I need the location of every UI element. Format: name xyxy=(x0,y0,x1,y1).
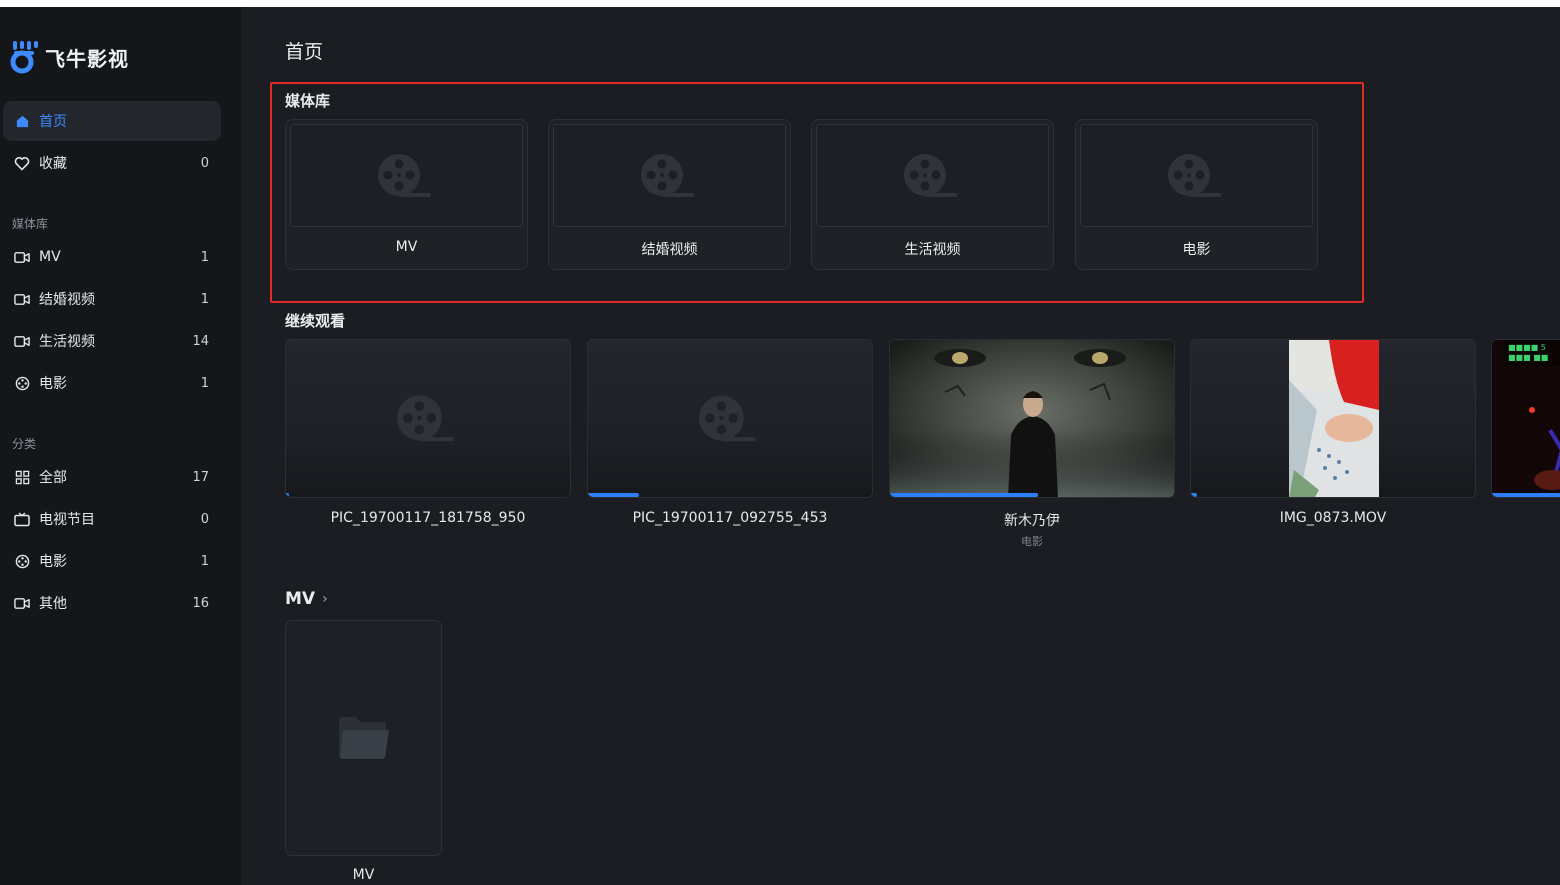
chevron-right-icon: › xyxy=(322,591,328,607)
svg-text:■■■ ■■: ■■■ ■■ xyxy=(1508,353,1548,362)
library-card-life[interactable]: 生活视频 xyxy=(811,119,1054,270)
continue-card-title: IMG_0873.MOV xyxy=(1279,510,1387,526)
nav-category-count: 0 xyxy=(200,511,209,527)
mv-section-heading[interactable]: MV › xyxy=(285,589,328,609)
nav-library-count: 1 xyxy=(200,249,209,265)
nav-category-label: 全部 xyxy=(39,470,67,486)
library-thumbnail xyxy=(816,124,1049,227)
home-icon xyxy=(14,113,30,129)
nav-category-other[interactable]: 其他 16 xyxy=(3,583,221,623)
library-section-heading: 媒体库 xyxy=(285,92,331,110)
continue-card[interactable] xyxy=(587,339,873,498)
continue-watching-heading: 继续观看 xyxy=(285,312,346,330)
nav-home-label: 首页 xyxy=(39,114,67,130)
nav-category-label: 电视节目 xyxy=(39,512,95,528)
mv-section-title: MV xyxy=(285,589,316,609)
category-section-title: 分类 xyxy=(12,437,37,451)
nav-favorites-label: 收藏 xyxy=(39,156,67,172)
continue-card-title: 新木乃伊 xyxy=(1004,513,1060,529)
library-card-movie[interactable]: 电影 xyxy=(1075,119,1318,270)
library-section-title: 媒体库 xyxy=(12,217,49,231)
continue-card-title: PIC_19700117_092755_453 xyxy=(632,510,828,526)
continue-card-title: PIC_19700117_181758_950 xyxy=(330,510,526,526)
nav-library-label: 生活视频 xyxy=(39,334,95,350)
nav-category-count: 1 xyxy=(200,553,209,569)
nav-favorites[interactable]: 收藏 0 xyxy=(3,143,221,183)
nav-library-label: 电影 xyxy=(39,376,67,392)
continue-card-title: 莫文 xyxy=(1491,510,1560,530)
library-card-name: 结婚视频 xyxy=(641,242,698,258)
library-thumbnail xyxy=(1080,124,1313,227)
main-content: 首页 媒体库 MV 结婚视频 生活视频 电影 继续观看 PIC_19700117… xyxy=(241,7,1560,885)
top-edge xyxy=(0,0,1560,7)
continue-card[interactable] xyxy=(889,339,1175,498)
film-reel-icon xyxy=(903,153,957,197)
continue-card[interactable] xyxy=(285,339,571,498)
nav-library-mv[interactable]: MV 1 xyxy=(3,237,221,277)
mv-folder-card[interactable] xyxy=(285,620,442,856)
nav-library-count: 14 xyxy=(192,333,209,349)
nav-favorites-count: 0 xyxy=(200,155,209,171)
watch-progress-bar xyxy=(1492,493,1560,497)
library-card-name: MV xyxy=(395,239,418,255)
sidebar: 飞牛影视 首页 收藏 0 媒体库 MV 1 结婚视频 1 生活视频 14 电影 … xyxy=(0,7,241,885)
mv-folder-name: MV xyxy=(352,867,375,883)
tv-icon xyxy=(14,511,30,527)
watch-progress-bar xyxy=(286,493,289,497)
nav-category-count: 16 xyxy=(192,595,209,611)
grid-icon xyxy=(14,469,30,485)
film-reel-icon xyxy=(1167,153,1221,197)
continue-card[interactable] xyxy=(1190,339,1476,498)
svg-text:■■■■ 5: ■■■■ 5 xyxy=(1508,343,1546,352)
library-card-name: 生活视频 xyxy=(904,242,961,258)
app-name: 飞牛影视 xyxy=(45,46,129,71)
video-camera-icon xyxy=(14,595,30,611)
video-thumbnail-image: ■■■■ 5 ■■■ ■■ xyxy=(1492,340,1560,497)
library-thumbnail xyxy=(290,124,523,227)
continue-card[interactable]: ■■■■ 5 ■■■ ■■ xyxy=(1491,339,1560,498)
nav-home[interactable]: 首页 xyxy=(3,101,221,141)
watch-progress-bar xyxy=(890,493,1038,497)
brand[interactable]: 飞牛影视 xyxy=(9,39,129,75)
library-card-name: 电影 xyxy=(1182,242,1211,258)
nav-category-movie[interactable]: 电影 1 xyxy=(3,541,221,581)
folder-icon xyxy=(338,717,389,759)
library-card-mv[interactable]: MV xyxy=(285,119,528,270)
nav-category-tv[interactable]: 电视节目 0 xyxy=(3,499,221,539)
video-thumbnail-image xyxy=(1289,340,1379,497)
movie-poster-image xyxy=(890,340,1174,497)
nav-library-wedding[interactable]: 结婚视频 1 xyxy=(3,279,221,319)
nav-category-label: 其他 xyxy=(39,596,67,612)
film-reel-icon xyxy=(640,153,694,197)
continue-card-subtitle: 电影 xyxy=(1021,535,1043,548)
film-reel-icon xyxy=(14,375,30,391)
nav-category-label: 电影 xyxy=(39,554,67,570)
film-reel-icon xyxy=(377,153,431,197)
nav-category-all[interactable]: 全部 17 xyxy=(3,457,221,497)
library-card-wedding[interactable]: 结婚视频 xyxy=(548,119,791,270)
watch-progress-bar xyxy=(1191,493,1197,497)
nav-library-count: 1 xyxy=(200,291,209,307)
nav-category-count: 17 xyxy=(192,469,209,485)
app-logo-icon xyxy=(10,41,38,74)
library-thumbnail xyxy=(553,124,786,227)
nav-library-movie[interactable]: 电影 1 xyxy=(3,363,221,403)
watch-progress-bar xyxy=(588,493,640,497)
video-camera-icon xyxy=(14,291,30,307)
nav-library-label: 结婚视频 xyxy=(39,292,95,308)
nav-library-count: 1 xyxy=(200,375,209,391)
film-reel-icon xyxy=(397,395,454,441)
nav-library-life[interactable]: 生活视频 14 xyxy=(3,321,221,361)
film-reel-icon xyxy=(699,395,756,441)
video-camera-icon xyxy=(14,249,30,265)
video-camera-icon xyxy=(14,333,30,349)
film-reel-icon xyxy=(14,553,30,569)
heart-icon xyxy=(14,155,30,171)
nav-library-label: MV xyxy=(39,249,61,265)
page-title: 首页 xyxy=(285,41,324,63)
